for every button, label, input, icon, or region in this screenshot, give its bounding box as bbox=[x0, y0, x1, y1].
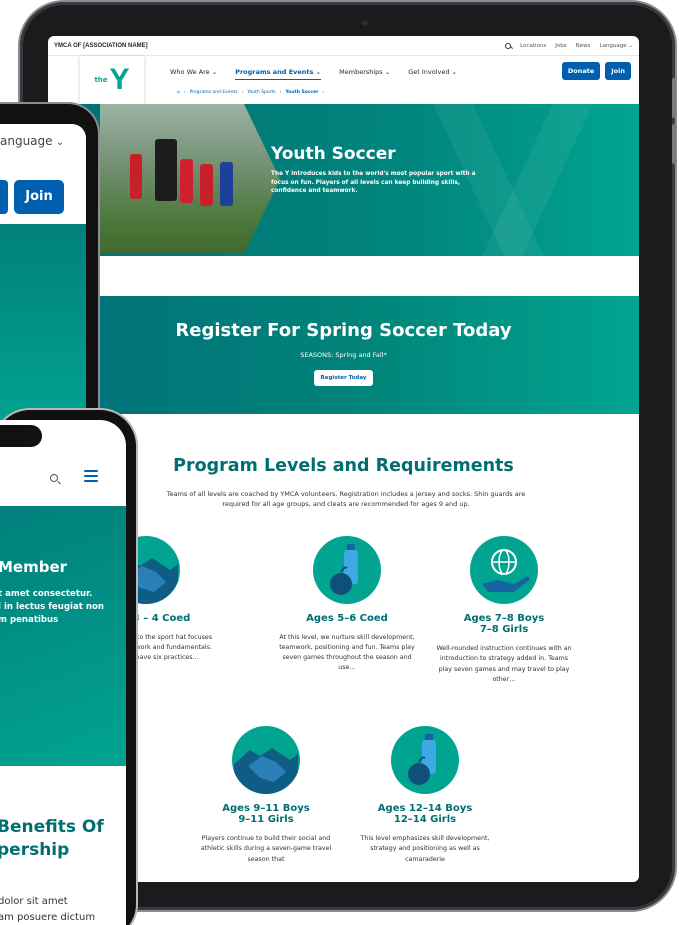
donate-button[interactable] bbox=[0, 180, 8, 214]
main-nav: the Y Who We Are ⌄ Programs and Events ⌄… bbox=[48, 56, 639, 104]
language-select[interactable]: anguage bbox=[0, 134, 64, 148]
phone-notch bbox=[0, 425, 42, 447]
hero-banner: Youth Soccer The Y introduces kids to th… bbox=[48, 104, 639, 256]
level-name: Ages 7–8 Boys 7–8 Girls bbox=[463, 613, 545, 636]
water-bottle-apple-icon bbox=[391, 726, 459, 794]
join-button[interactable]: Join bbox=[605, 62, 631, 80]
register-title: Register For Spring Soccer Today bbox=[175, 320, 512, 341]
nav-get-involved[interactable]: Get Involved ⌄ bbox=[408, 68, 457, 80]
breadcrumb-youth-sports[interactable]: Youth Sports bbox=[247, 90, 275, 95]
link-news[interactable]: News bbox=[576, 43, 591, 49]
level-card: Ages 9–11 Boys 9–11 Girls Players contin… bbox=[196, 726, 336, 865]
hamburger-menu-icon[interactable] bbox=[84, 470, 98, 482]
search-icon[interactable] bbox=[505, 42, 512, 49]
hero-banner bbox=[0, 224, 86, 434]
breadcrumb: ⌂ › Programs and Events › Youth Sports ›… bbox=[177, 90, 324, 95]
breadcrumb-separator: › bbox=[322, 90, 325, 95]
levels-intro: Teams of all levels are coached by YMCA … bbox=[166, 490, 526, 509]
tablet-screen: YMCA OF [ASSOCIATION NAME] Locations Job… bbox=[48, 36, 639, 882]
join-button[interactable]: Join bbox=[14, 180, 64, 214]
breadcrumb-separator: › bbox=[241, 90, 244, 95]
ymca-logo[interactable]: the Y bbox=[80, 56, 144, 104]
levels-title: Program Levels and Requirements bbox=[173, 456, 514, 476]
search-icon[interactable] bbox=[50, 474, 58, 482]
nav-memberships[interactable]: Memberships ⌄ bbox=[339, 68, 390, 80]
level-description: Players continue to build their social a… bbox=[200, 835, 332, 863]
utility-bar: YMCA OF [ASSOCIATION NAME] Locations Job… bbox=[48, 36, 639, 56]
register-seasons: SEASONS: Spring and Fall* bbox=[300, 351, 387, 359]
nav-who-we-are[interactable]: Who We Are ⌄ bbox=[170, 68, 217, 80]
donate-button[interactable]: Donate bbox=[561, 62, 601, 80]
player-figure bbox=[180, 159, 193, 203]
phone-hero-title: Member bbox=[0, 558, 68, 576]
player-figure bbox=[220, 162, 233, 206]
utility-links: Locations Jobs News Language ⌄ bbox=[505, 42, 634, 49]
breadcrumb-current: Youth Soccer bbox=[285, 90, 319, 95]
link-locations[interactable]: Locations bbox=[520, 43, 546, 49]
camera bbox=[362, 20, 368, 26]
brand-name: YMCA OF [ASSOCIATION NAME] bbox=[54, 42, 148, 49]
benefits-title: Benefits Of pership bbox=[0, 817, 104, 860]
logo-the: the bbox=[94, 76, 108, 84]
phone-hero: Member t amet consectetur. l in lectus f… bbox=[0, 506, 126, 766]
handshake-icon bbox=[232, 726, 300, 794]
player-figure bbox=[200, 164, 213, 206]
hero-description: The Y introduces kids to the world's mos… bbox=[271, 171, 476, 195]
level-description: Well-rounded instruction continues with … bbox=[436, 645, 572, 683]
phone-hero-text: t amet consectetur. l in lectus feugiat … bbox=[0, 589, 105, 625]
level-card: Ages 12–14 Boys 12–14 Girls This level e… bbox=[355, 726, 495, 865]
level-card: Ages 5–6 Coed At this level, we nurture … bbox=[277, 536, 417, 673]
nav-menu: Who We Are ⌄ Programs and Events ⌄ Membe… bbox=[170, 68, 457, 80]
benefits-body: dolor sit amet am posuere dictum bbox=[0, 896, 96, 923]
level-card: Ages 7–8 Boys 7–8 Girls Well-rounded ins… bbox=[434, 536, 574, 685]
level-description: This level emphasizes skill development,… bbox=[360, 835, 490, 863]
player-figure bbox=[130, 154, 142, 199]
breadcrumb-separator: › bbox=[183, 90, 186, 95]
volume-button bbox=[672, 78, 676, 118]
nav-buttons: Donate Join bbox=[561, 62, 631, 80]
level-name: Ages 9–11 Boys 9–11 Girls bbox=[222, 803, 310, 826]
logo-y: Y bbox=[109, 63, 130, 96]
level-description: At this level, we nurture skill developm… bbox=[279, 634, 415, 672]
phone-screen: Member t amet consectetur. l in lectus f… bbox=[0, 420, 126, 925]
register-today-button[interactable]: Register Today bbox=[313, 370, 374, 386]
water-bottle-apple-icon bbox=[313, 536, 381, 604]
level-name: Ages 5–6 Coed bbox=[306, 613, 388, 624]
breadcrumb-separator: › bbox=[279, 90, 282, 95]
breadcrumb-programs[interactable]: Programs and Events bbox=[190, 90, 238, 95]
hero-photo bbox=[100, 104, 280, 254]
level-name: Ages 12–14 Boys 12–14 Girls bbox=[377, 803, 473, 826]
language-select[interactable]: Language ⌄ bbox=[600, 43, 634, 49]
link-jobs[interactable]: Jobs bbox=[555, 43, 566, 49]
nav-programs-and-events[interactable]: Programs and Events ⌄ bbox=[235, 68, 322, 80]
volume-button bbox=[672, 124, 676, 164]
phone-header bbox=[0, 452, 126, 507]
register-banner: Register For Spring Soccer Today SEASONS… bbox=[48, 296, 639, 414]
small-tablet-screen: anguage Join bbox=[0, 124, 86, 434]
coach-figure bbox=[155, 139, 177, 201]
page-title: Youth Soccer bbox=[271, 144, 396, 164]
home-icon[interactable]: ⌂ bbox=[177, 90, 180, 95]
globe-hand-icon bbox=[470, 536, 538, 604]
